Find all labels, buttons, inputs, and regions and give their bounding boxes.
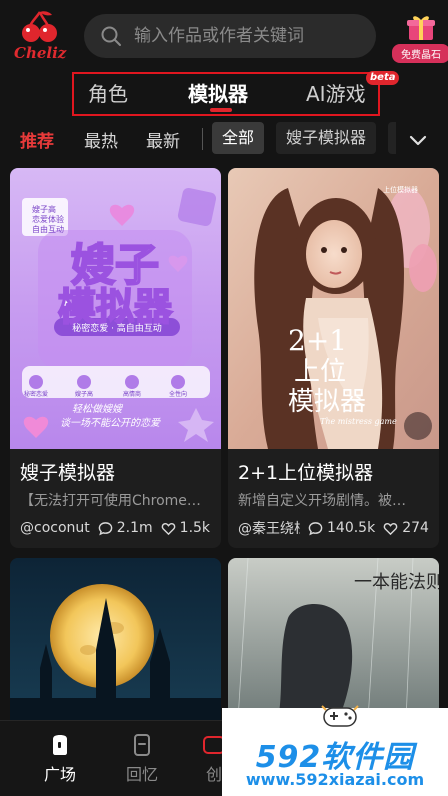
filter-hottest[interactable]: 最热 <box>84 127 118 152</box>
category-chip-partial[interactable] <box>388 122 396 154</box>
comment-icon <box>98 521 113 535</box>
simulator-card[interactable]: 嫂子高 恋爱体验 自由互动 嫂子 模拟器 秘密恋爱 · 高自由互动 秘密恋爱 嫂… <box>10 168 221 548</box>
comment-count: 140.5k <box>327 520 376 536</box>
logo-text: Cheliz <box>14 44 67 62</box>
cover-script: The mistress game <box>320 417 397 426</box>
cover-icon-label-4: 全性向 <box>169 390 187 398</box>
cover-title: 一本能法则 <box>354 572 439 593</box>
cover-banner: 秘密恋爱 · 高自由互动 <box>72 322 162 334</box>
cover-script-2: 谈一场不能公开的恋爱 <box>60 417 161 429</box>
cover-art-sister-in-law: 嫂子高 恋爱体验 自由互动 嫂子 模拟器 秘密恋爱 · 高自由互动 秘密恋爱 嫂… <box>10 168 221 449</box>
filter-recommended[interactable]: 推荐 <box>20 127 54 152</box>
simulator-card[interactable]: 2+1 上位 模拟器 上位模拟器 The mistress game 2+1上位… <box>228 168 439 548</box>
app-logo[interactable]: Cheliz <box>14 10 66 64</box>
cover-big-text-3: 模拟器 <box>288 387 366 417</box>
main-tabs: 角色 模拟器 AI游戏 beta <box>72 71 400 116</box>
cover-stamp-2: 恋爱体验 <box>32 214 64 224</box>
card-cover-image: 嫂子高 恋爱体验 自由互动 嫂子 模拟器 秘密恋爱 · 高自由互动 秘密恋爱 嫂… <box>10 168 221 449</box>
cover-stamp-3: 自由互动 <box>32 224 64 234</box>
card-author[interactable]: @秦王绕柱 <box>238 518 300 538</box>
gift-icon <box>407 16 435 40</box>
like-count: 1.5k <box>179 520 211 536</box>
card-meta: @coconut 2.1m 1.5k <box>20 516 220 540</box>
tab-ai-games[interactable]: AI游戏 <box>306 78 366 107</box>
cover-big-text-2: 上位 <box>294 357 346 387</box>
cover-big-text-1: 2+1 <box>288 324 347 357</box>
cover-icon-label-3: 高情商 <box>123 390 141 398</box>
simulator-card[interactable]: 一本能法则 <box>228 558 439 720</box>
cover-script-1: 轻松做嫂嫂 <box>72 403 124 415</box>
search-bar[interactable] <box>84 14 376 58</box>
chevron-down-icon[interactable] <box>404 126 432 154</box>
cover-art-rain: 一本能法则 <box>228 558 439 720</box>
memory-icon <box>134 734 150 756</box>
search-input[interactable] <box>134 26 354 46</box>
game-controller-icon <box>321 705 359 727</box>
nav-label: 回忆 <box>125 765 158 784</box>
cover-corner-text: 上位模拟器 <box>383 185 418 194</box>
filter-divider <box>202 128 203 150</box>
heart-icon[interactable] <box>161 521 176 536</box>
cover-icon-label-2: 嫂子高 <box>75 390 93 398</box>
card-title: 2+1上位模拟器 <box>238 462 374 484</box>
category-chip-all[interactable]: 全部 <box>212 122 265 154</box>
cover-art-mistress: 2+1 上位 模拟器 上位模拟器 The mistress game <box>228 168 439 449</box>
home-icon <box>53 735 67 755</box>
tab-characters[interactable]: 角色 <box>88 78 128 107</box>
comment-icon <box>308 521 323 535</box>
tab-simulator[interactable]: 模拟器 <box>188 78 248 107</box>
filter-newest[interactable]: 最新 <box>146 127 180 152</box>
card-title: 嫂子模拟器 <box>20 462 116 484</box>
search-icon <box>101 26 121 46</box>
header: Cheliz 免费晶石 <box>0 0 448 72</box>
nav-label: 广场 <box>43 765 76 784</box>
beta-badge: beta <box>366 71 400 85</box>
cover-big-text-2: 模拟器 <box>58 285 173 329</box>
filter-row: 推荐 最热 最新 全部 嫂子模拟器 <box>0 120 448 158</box>
gift-label: 免费晶石 <box>392 44 448 63</box>
cherry-logo-icon <box>22 11 57 42</box>
card-cover-image: 2+1 上位 模拟器 上位模拟器 The mistress game <box>228 168 439 449</box>
cover-stamp-1: 嫂子高 <box>32 204 56 214</box>
like-count: 274 <box>402 520 429 536</box>
category-chip-sister-in-law[interactable]: 嫂子模拟器 <box>276 122 377 154</box>
free-gems-button[interactable]: 免费晶石 <box>392 12 448 63</box>
watermark-url: www.592xiazai.com <box>245 770 425 789</box>
nav-memories[interactable]: 回忆 <box>112 733 172 785</box>
simulator-card[interactable] <box>10 558 221 720</box>
cover-art-castle <box>10 558 221 720</box>
nav-square[interactable]: 广场 <box>30 733 90 785</box>
card-meta: @秦王绕柱 140.5k 274 <box>238 516 438 540</box>
cover-big-text-1: 嫂子 <box>71 240 159 291</box>
card-author[interactable]: @coconut <box>20 520 90 536</box>
card-description: 【无法打开可使用Chrome… <box>20 493 201 509</box>
comment-count: 2.1m <box>116 520 153 536</box>
cover-icon-label-1: 秘密恋爱 <box>24 390 48 398</box>
heart-icon[interactable] <box>383 521 398 536</box>
active-tab-indicator <box>210 108 232 112</box>
card-description: 新增自定义开场剧情。被… <box>238 493 406 509</box>
